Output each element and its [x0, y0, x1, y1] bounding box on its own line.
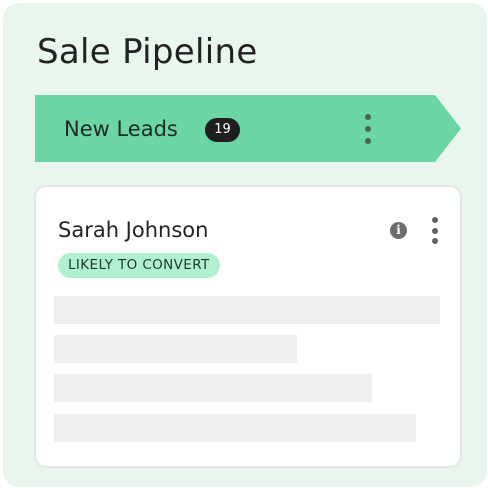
skeleton-line [54, 374, 372, 402]
dot [365, 138, 371, 144]
stage-menu-icon[interactable] [360, 114, 376, 144]
stage-header-new-leads[interactable]: New Leads 19 [35, 95, 461, 162]
card-menu-icon[interactable] [428, 217, 442, 244]
pipeline-panel: Sale Pipeline New Leads 19 Sarah Johnson… [3, 3, 487, 487]
lead-card[interactable]: Sarah Johnson i LIKELY TO CONVERT [34, 185, 462, 468]
lead-name: Sarah Johnson [58, 218, 209, 242]
dot [365, 114, 371, 120]
dot [432, 217, 438, 223]
dot [432, 227, 438, 234]
skeleton-line [54, 296, 440, 324]
status-badge: LIKELY TO CONVERT [58, 253, 220, 278]
skeleton-line [54, 414, 416, 442]
board-title: Sale Pipeline [37, 32, 258, 72]
dot [365, 126, 371, 132]
dot [432, 238, 438, 244]
info-icon[interactable]: i [390, 222, 407, 239]
skeleton-line [54, 335, 297, 363]
stage-count-badge: 19 [205, 118, 240, 142]
stage-label: New Leads [64, 117, 178, 141]
